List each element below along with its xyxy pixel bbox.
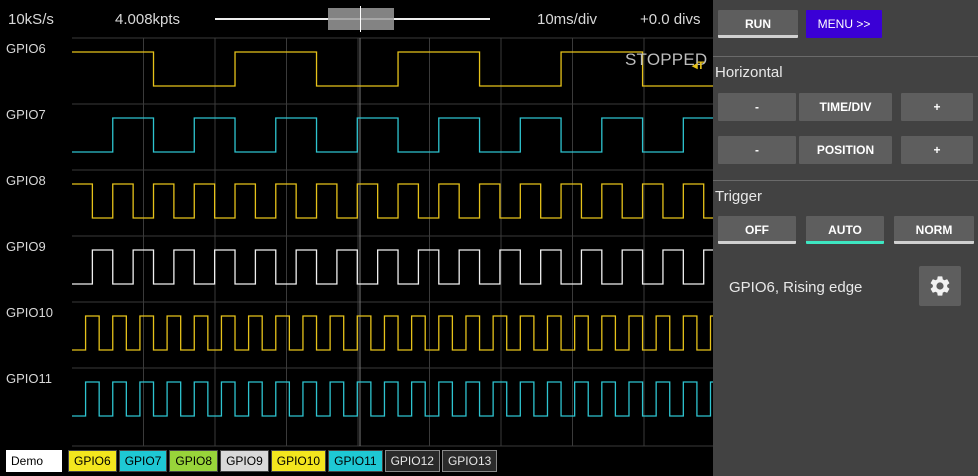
trigger-settings-button[interactable] [919,266,961,306]
divider [713,56,978,57]
channel-label: GPIO11 [6,371,53,386]
channel-label: GPIO9 [6,239,46,254]
channel-chip[interactable]: GPIO10 [270,450,327,472]
sample-rate: 10kS/s [8,11,54,28]
point-count: 4.008kpts [115,11,181,28]
trigger-norm-button[interactable]: NORM [894,216,974,244]
waveform-trace [72,183,713,219]
menu-button[interactable]: MENU >> [806,10,882,38]
control-panel: RUN MENU >> Horizontal - TIME/DIV + - PO… [713,0,978,476]
channel-label: GPIO8 [6,173,46,188]
channel-chip[interactable]: GPIO8 [169,450,219,472]
trigger-marker-icon[interactable]: ◂T [692,60,704,72]
waveform-area[interactable] [0,0,713,476]
acquisition-bar: 10kS/s 4.008kpts 10ms/div +0.0 divs [0,0,713,38]
scope-display[interactable]: 10kS/s 4.008kpts 10ms/div +0.0 divs GPIO… [0,0,713,476]
trigger-off-button[interactable]: OFF [718,216,796,244]
channel-chip[interactable]: GPIO11 [328,450,383,472]
trigger-auto-button[interactable]: AUTO [806,216,884,244]
timeline-center-marker [360,6,361,32]
run-button[interactable]: RUN [718,10,798,38]
channel-label: GPIO6 [6,41,46,56]
channel-label: GPIO7 [6,107,46,122]
time-per-div: 10ms/div [537,11,598,28]
position-decrease-button[interactable]: - [718,136,796,164]
timeline-viewport-handle[interactable] [328,8,394,30]
trigger-marker-label: T [697,60,705,72]
trigger-description: GPIO6, Rising edge [729,279,863,296]
trigger-section-title: Trigger [715,188,762,205]
timediv-label-button[interactable]: TIME/DIV [799,93,892,121]
timediv-decrease-button[interactable]: - [718,93,796,121]
position-increase-button[interactable]: + [901,136,973,164]
channel-label: GPIO10 [6,305,53,320]
channel-chip[interactable]: GPIO6 [68,450,117,472]
demo-chip[interactable]: Demo [6,450,62,472]
waveform-trace [72,315,713,351]
channel-chip[interactable]: GPIO12 [384,450,440,472]
timediv-increase-button[interactable]: + [901,93,973,121]
channel-chip[interactable]: GPIO9 [220,450,269,472]
waveform-trace [72,249,713,285]
channel-chip[interactable]: GPIO13 [441,450,498,472]
divider [713,180,978,181]
gear-icon [930,276,950,296]
position-label-button[interactable]: POSITION [799,136,892,164]
horizontal-section-title: Horizontal [715,64,783,81]
waveform-trace [72,117,713,153]
waveform-trace [72,51,713,87]
horizontal-offset: +0.0 divs [640,11,701,28]
channel-chips: Demo GPIO6 GPIO7 GPIO8 GPIO9 GPIO10 GPIO11 GPIO… [6,450,498,472]
channel-chip[interactable]: GPIO7 [118,450,168,472]
waveform-trace [72,381,713,417]
